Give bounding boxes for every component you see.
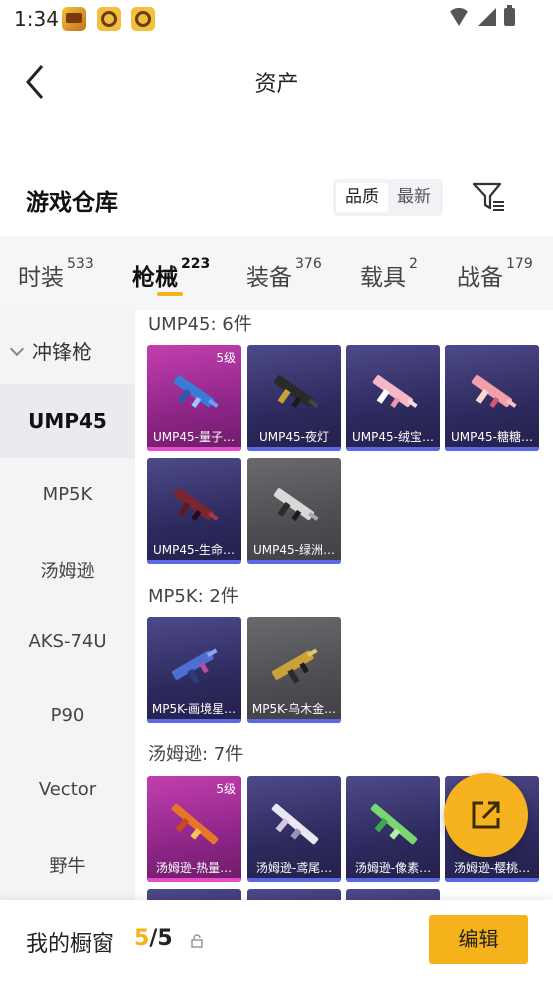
signal-icon [478, 8, 496, 26]
rarity-bar [346, 878, 440, 882]
skin-card[interactable] [346, 889, 440, 900]
smg-skin-image [173, 375, 219, 408]
category-item-bizon[interactable]: 野牛 [0, 852, 135, 878]
showcase-bar: 我的橱窗 5/5 编辑 [0, 900, 553, 983]
skin-card[interactable]: UMP45-绿洲… [247, 458, 341, 564]
category-item-aks74u[interactable]: AKS-74U [0, 631, 135, 652]
skin-card[interactable]: UMP45-糖糖… [445, 345, 539, 451]
skin-name: UMP45-绒宝… [352, 430, 434, 444]
rifle-skin-image [171, 803, 219, 845]
skin-name: UMP45-量子… [153, 430, 235, 444]
smg-skin-image [171, 648, 218, 684]
filter-icon [472, 182, 504, 211]
app-notification-icon [131, 7, 155, 31]
tab-gear[interactable]: 战备179 [457, 256, 533, 292]
chevron-down-icon [9, 341, 25, 357]
skin-name: MP5K-画境星… [151, 702, 237, 716]
section-title-mp5k: MP5K: 2件 [148, 586, 239, 607]
tab-vehicles[interactable]: 载具2 [360, 256, 418, 292]
category-group-smg[interactable]: 冲锋枪 [9, 336, 147, 365]
sort-toggle: 品质 最新 [333, 179, 443, 216]
skin-card[interactable]: UMP45-生命… [147, 458, 241, 564]
skin-name: 汤姆逊-像素… [354, 861, 432, 875]
category-item-p90[interactable]: P90 [0, 705, 135, 726]
skin-card[interactable]: 5级 汤姆逊-热量… [147, 776, 241, 882]
skin-card[interactable]: 汤姆逊-像素… [346, 776, 440, 882]
rifle-skin-image [370, 803, 418, 845]
skin-card[interactable]: UMP45-绒宝… [346, 345, 440, 451]
sort-quality-button[interactable]: 品质 [336, 183, 388, 212]
skin-name: 汤姆逊-鸢尾… [255, 861, 333, 875]
skin-name: MP5K-乌木金… [251, 702, 337, 716]
smg-skin-image [173, 488, 219, 521]
rarity-bar [147, 719, 241, 723]
external-link-icon [472, 801, 500, 829]
tab-count: 533 [67, 256, 94, 272]
rarity-bar [247, 719, 341, 723]
rifle-skin-image [271, 803, 319, 845]
skin-name: 汤姆逊-樱桃… [453, 861, 531, 875]
skin-name: UMP45-绿洲… [253, 543, 335, 557]
category-item-mp5k[interactable]: MP5K [0, 484, 135, 505]
sort-newest-button[interactable]: 最新 [388, 183, 440, 212]
filter-button[interactable] [472, 180, 506, 214]
battery-icon [504, 5, 515, 26]
rarity-bar [247, 878, 341, 882]
rarity-bar [247, 560, 341, 564]
rarity-bar [346, 447, 440, 451]
share-fab-button[interactable] [444, 773, 528, 857]
edit-button[interactable]: 编辑 [429, 915, 528, 964]
smg-skin-image [273, 375, 319, 408]
skin-card[interactable]: MP5K-画境星… [147, 617, 241, 723]
skin-card[interactable]: 汤姆逊-鸢尾… [247, 776, 341, 882]
skin-name: 汤姆逊-热量… [155, 861, 233, 875]
tab-count: 223 [181, 256, 211, 272]
category-item-thompson[interactable]: 汤姆逊 [0, 557, 135, 583]
showcase-label: 我的橱窗 [26, 932, 115, 957]
game-app-icon [62, 7, 86, 31]
smg-skin-image [273, 488, 319, 521]
tab-outfit[interactable]: 时装533 [18, 256, 94, 292]
skin-name: UMP45-夜灯 [259, 430, 329, 444]
category-item-vector[interactable]: Vector [0, 779, 135, 800]
rarity-bar [147, 560, 241, 564]
tab-count: 2 [409, 256, 418, 272]
category-tabs: 时装533 枪械223 装备376 载具2 战备179 [0, 236, 553, 310]
skin-name: UMP45-糖糖… [451, 430, 533, 444]
skin-card[interactable] [247, 889, 341, 900]
section-title-thompson: 汤姆逊: 7件 [148, 744, 244, 765]
rarity-bar [247, 447, 341, 451]
status-time: 1:34 [14, 7, 59, 31]
weapon-category-list: 冲锋枪 UMP45 MP5K 汤姆逊 AKS-74U P90 Vector 野牛 [0, 310, 135, 900]
status-bar: 1:34 [0, 0, 553, 38]
page-title: 资产 [254, 72, 299, 97]
lock-icon [191, 934, 203, 948]
rarity-bar [147, 878, 241, 882]
smg-skin-image [471, 375, 517, 408]
rarity-bar [147, 447, 241, 451]
status-icons [448, 5, 515, 26]
active-tab-indicator [157, 292, 183, 296]
wifi-icon [448, 8, 470, 26]
warehouse-title: 游戏仓库 [26, 190, 118, 216]
top-nav: 资产 [0, 38, 553, 120]
tab-count: 179 [506, 256, 533, 272]
skin-card[interactable]: 5级 UMP45-量子… [147, 345, 241, 451]
section-title-ump45: UMP45: 6件 [148, 314, 252, 335]
tab-count: 376 [295, 256, 322, 272]
rarity-bar [445, 447, 539, 451]
skin-card[interactable]: MP5K-乌木金… [247, 617, 341, 723]
smg-skin-image [372, 375, 418, 408]
smg-skin-image [271, 648, 318, 684]
rarity-bar [445, 878, 539, 882]
category-item-ump45[interactable]: UMP45 [0, 384, 135, 458]
tab-weapons[interactable]: 枪械223 [132, 256, 211, 292]
tab-equipment[interactable]: 装备376 [246, 256, 322, 292]
showcase-count: 5/5 [134, 926, 173, 951]
skin-card[interactable] [147, 889, 241, 900]
skin-name: UMP45-生命… [153, 543, 235, 557]
app-notification-icon [97, 7, 121, 31]
skin-card[interactable]: UMP45-夜灯 [247, 345, 341, 451]
